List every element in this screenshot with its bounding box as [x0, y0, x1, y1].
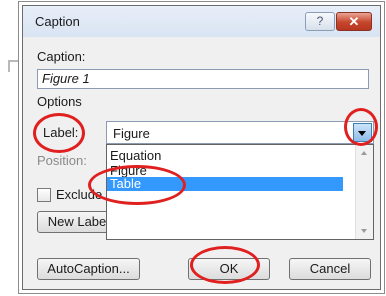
label-select-value: Figure	[113, 126, 150, 141]
autocaption-button[interactable]: AutoCaption...	[37, 258, 140, 280]
close-button[interactable]: ✕	[336, 12, 372, 31]
dialog-title: Caption	[35, 14, 80, 29]
highlight-ellipse-dropdown	[344, 108, 378, 146]
position-label: Position:	[37, 153, 87, 168]
help-button[interactable]: ?	[305, 12, 335, 31]
autocaption-button-text: AutoCaption...	[47, 261, 130, 276]
highlight-ellipse-ok	[190, 246, 260, 284]
page-corner-mark	[8, 60, 18, 72]
help-icon: ?	[316, 14, 324, 28]
exclude-label-checkbox[interactable]	[37, 188, 51, 202]
document-page-edge	[0, 0, 22, 296]
new-label-button-text: New Labe	[47, 214, 107, 229]
dropdown-item-equation[interactable]: Equation	[110, 148, 161, 163]
highlight-ellipse-label	[33, 113, 85, 153]
caption-label: Caption:	[37, 49, 86, 64]
caption-input[interactable]: Figure 1	[37, 69, 369, 89]
options-heading: Options	[37, 94, 82, 109]
label-select[interactable]: Figure	[106, 121, 374, 144]
cancel-button[interactable]: Cancel	[289, 258, 371, 280]
scroll-up-icon[interactable]	[361, 151, 367, 155]
dialog-titlebar[interactable]: Caption ? ✕	[23, 6, 380, 37]
new-label-button[interactable]: New Labe	[37, 211, 117, 233]
scroll-down-icon[interactable]	[361, 229, 367, 233]
close-icon: ✕	[348, 14, 360, 29]
cancel-button-text: Cancel	[309, 261, 351, 276]
dropdown-scrollbar[interactable]	[355, 145, 373, 239]
highlight-ellipse-table	[88, 165, 186, 205]
